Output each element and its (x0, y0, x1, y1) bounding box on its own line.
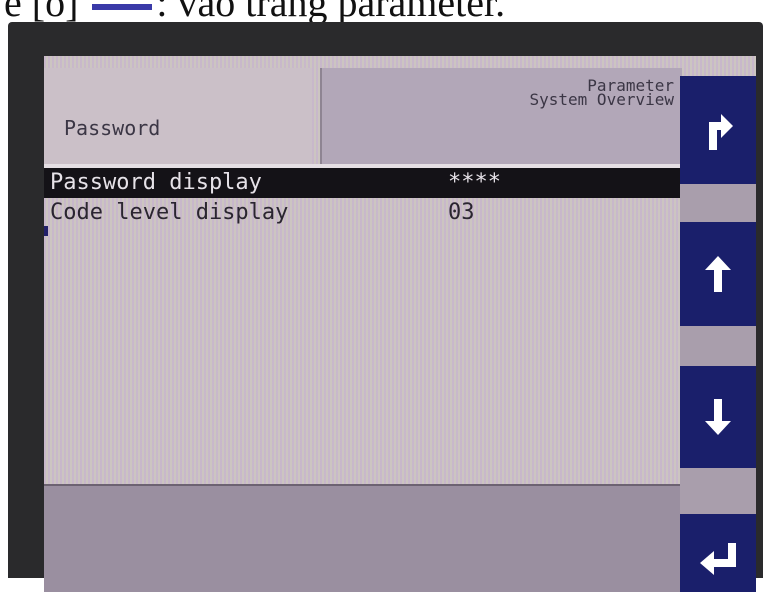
status-footer (44, 484, 680, 592)
parameter-row-password-display[interactable]: Password display **** (44, 168, 680, 198)
device-bezel: Password Parameter System Overview Passw… (8, 22, 763, 592)
header-title-panel: Password (44, 68, 312, 164)
arrow-up-icon (703, 254, 733, 294)
scroll-up-button[interactable] (680, 222, 756, 326)
escape-arrow-icon (701, 108, 735, 152)
parameter-row-code-level-display[interactable]: Code level display 03 (44, 198, 680, 228)
parameter-value: 03 (448, 200, 475, 225)
parameter-list: Password display **** Code level display… (44, 168, 680, 478)
caption-highlight-icon (92, 3, 153, 10)
breadcrumb-current: System Overview (529, 90, 675, 109)
parameter-value: **** (448, 170, 501, 195)
page-title: Password (64, 116, 161, 140)
arrow-down-icon (703, 397, 733, 437)
enter-icon (698, 541, 738, 577)
list-cursor-icon (44, 226, 48, 236)
softkey-spacer (680, 468, 756, 514)
scroll-down-button[interactable] (680, 366, 756, 468)
softkey-spacer (680, 184, 756, 222)
enter-button[interactable] (680, 514, 756, 592)
softkey-column (680, 68, 756, 592)
parameter-label: Code level display (50, 200, 289, 225)
softkey-spacer (680, 326, 756, 366)
parameter-label: Password display (50, 170, 262, 195)
escape-button[interactable] (680, 76, 756, 184)
hmi-screen: Password Parameter System Overview Passw… (44, 56, 756, 592)
breadcrumb: Parameter System Overview (320, 68, 682, 164)
